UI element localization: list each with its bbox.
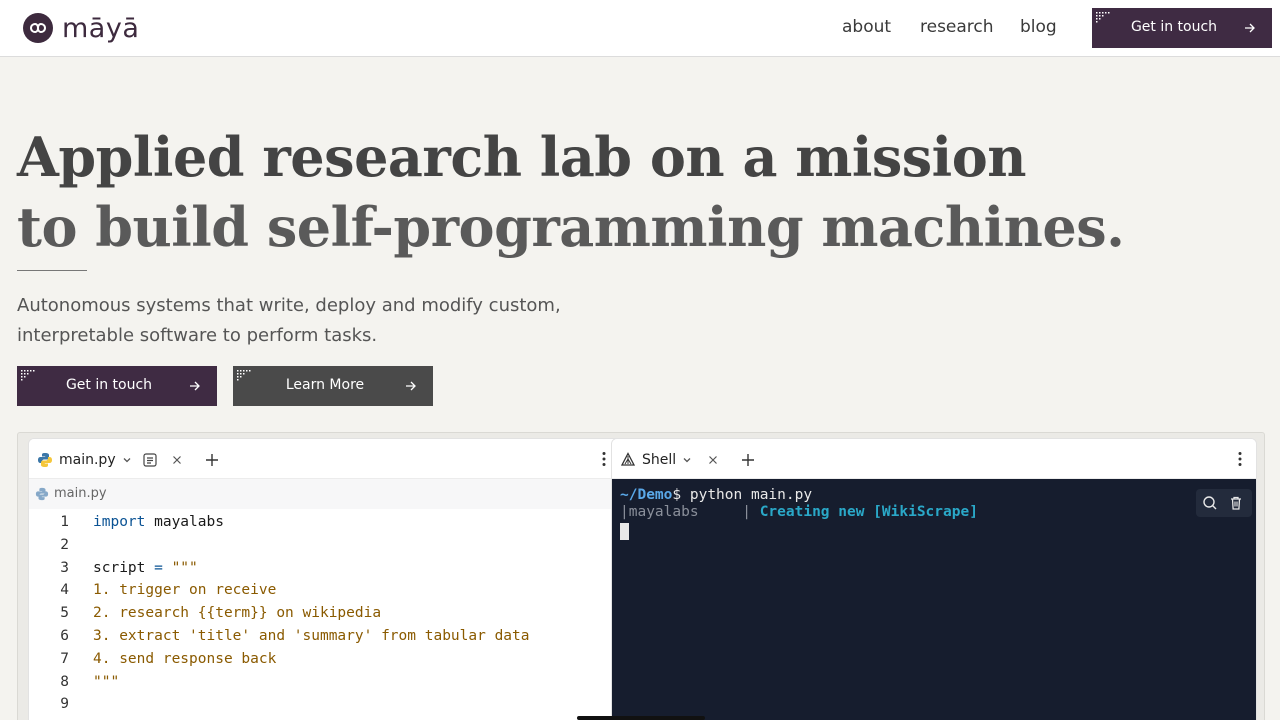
logo[interactable]: māyā [23,12,139,44]
close-icon[interactable] [706,453,720,467]
hero-subtitle-line1: Autonomous systems that write, deploy an… [17,295,561,316]
hero-subtitle-line2: interpretable software to perform tasks. [17,325,378,346]
code-line: 9 [29,693,620,716]
code-line: 2 [29,534,620,557]
line-number: 4 [60,582,69,599]
editor-tab-bar: main.py [29,439,620,479]
python-icon [38,453,52,467]
hero-learn-more-button[interactable]: Learn More [233,366,433,406]
logo-icon [23,13,53,43]
search-icon[interactable] [1202,495,1218,511]
tab-main-py-label: main.py [59,452,116,468]
scroll-indicator[interactable] [577,716,705,720]
breadcrumb-file[interactable]: main.py [54,486,107,501]
close-icon[interactable] [170,453,184,467]
add-tab-icon[interactable] [740,452,756,468]
more-vertical-icon[interactable] [1238,451,1242,467]
prompt-symbol: $ [672,487,682,503]
nav-get-in-touch-button[interactable]: Get in touch [1092,8,1272,48]
code-line: 6 3. extract 'title' and 'summary' from t… [29,625,620,648]
hero-divider [17,270,87,271]
hero-title-line2: to build self-programming machines. [17,195,1125,259]
tab-shell-label: Shell [642,452,677,468]
terminal-cursor [620,523,629,540]
more-vertical-icon[interactable] [602,451,606,467]
code-editor-panel: main.py main.py 1 import mayalabs 2 3 scri… [28,438,621,720]
nav-cta-label: Get in touch [1130,19,1218,35]
output-source: |mayalabs | [620,504,760,520]
breadcrumb: main.py [29,479,620,509]
terminal-command: python main.py [681,487,813,503]
line-number: 7 [60,650,69,667]
python-icon [35,487,49,501]
code-text: import mayalabs [93,514,224,530]
chevron-down-icon[interactable] [680,453,694,467]
output-text: Creating new [WikiScrape] [759,504,978,520]
code-line: 5 2. research {{term}} on wikipedia [29,602,620,625]
nav-link-research[interactable]: research [920,17,994,37]
arrow-right-icon [190,381,200,391]
code-text: 1. trigger on receive [93,582,277,599]
hero-cta-secondary-label: Learn More [285,377,365,393]
terminal-prompt-line: ~/Demo$ python main.py [620,487,812,503]
code-text: """ [93,673,120,690]
nav-link-blog[interactable]: blog [1020,17,1057,37]
code-text: 3. extract 'title' and 'summary' from ta… [93,627,530,644]
brand-name: māyā [62,12,140,44]
hero-title-line1: Applied research lab on a mission [17,125,1026,189]
arrow-right-icon [406,381,416,391]
line-number: 2 [60,536,69,553]
trash-icon[interactable] [1228,495,1244,511]
code-line: 7 4. send response back [29,648,620,671]
hero-title: Applied research lab on a mission to bui… [17,122,1125,262]
terminal-toolbar [1196,489,1252,517]
code-line: 8 """ [29,671,620,694]
hero-subtitle: Autonomous systems that write, deploy an… [17,291,617,351]
code-line: 4 1. trigger on receive [29,579,620,602]
tab-shell[interactable]: Shell [620,447,756,473]
hero-cta-primary-label: Get in touch [65,377,153,393]
shell-panel: Shell ~/Demo$ python main.py |mayalabs |… [611,438,1257,720]
line-number: 5 [60,605,69,622]
line-number: 8 [60,673,69,690]
code-text: 4. send response back [93,650,277,667]
add-tab-icon[interactable] [204,452,220,468]
line-number: 3 [60,559,69,576]
code-text: 2. research {{term}} on wikipedia [93,605,382,622]
document-icon[interactable] [142,452,158,468]
code-line: 1 import mayalabs [29,511,620,534]
arrow-right-icon [1245,23,1255,33]
shell-icon [620,452,636,466]
code-area[interactable]: 1 import mayalabs 2 3 script = """ 4 1. tri… [29,511,620,716]
hero-get-in-touch-button[interactable]: Get in touch [17,366,217,406]
line-number: 6 [60,627,69,644]
demo-frame: main.py main.py 1 import mayalabs 2 3 scri… [17,432,1265,720]
terminal-output-line: |mayalabs | Creating new [WikiScrape] [620,504,978,520]
top-nav: māyā about research blog Get in touch [0,0,1280,57]
code-text: script = """ [93,559,198,576]
chevron-down-icon[interactable] [120,453,134,467]
code-line: 3 script = """ [29,557,620,580]
terminal[interactable]: ~/Demo$ python main.py |mayalabs | Creat… [612,479,1256,720]
prompt-path: ~/Demo [620,487,673,503]
tab-main-py[interactable]: main.py [37,447,220,473]
nav-link-about[interactable]: about [842,17,891,37]
line-number: 9 [60,696,69,713]
line-number: 1 [60,514,69,530]
shell-tab-bar: Shell [612,439,1256,479]
